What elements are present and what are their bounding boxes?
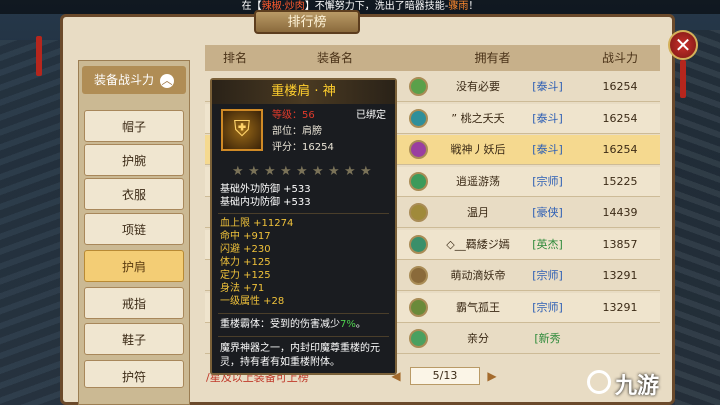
item-description: 魔界神器之一，内封印魔尊重楼的元 [220,343,380,354]
owner-name: 温月 [467,206,489,219]
owner-name: ◇__羇緌ジ嫣 [446,237,510,251]
lantern-decoration [36,36,42,76]
power-value: 16254 [602,111,638,125]
star-icon: ★ [296,164,308,179]
avatar-icon [409,171,428,191]
item-name: 重楼肩 · 神 [212,80,395,104]
power-value: 13291 [602,300,638,314]
item-description: 灵，持有者有如重楼附体。 [220,357,340,368]
power-value: 14439 [602,206,638,219]
avatar-icon [409,140,428,159]
base-stat: 基础内功防御 +533 [220,197,311,208]
bonus-stat: 闪避 +230 [220,244,271,255]
power-value: 13291 [602,269,638,282]
bound-status: 已绑定 [356,110,386,121]
owner-name: 没有必要 [456,80,500,93]
tassel-decoration [680,60,686,98]
avatar-icon [409,77,428,96]
bonus-stat: 定力 +125 [220,270,271,281]
avatar-icon [409,203,428,222]
divider [218,313,389,314]
guild-tag: [泰斗] [532,111,563,125]
close-icon[interactable]: ✕ [668,30,698,60]
power-value: 13857 [602,237,638,251]
equipment-tooltip: 重楼肩 · 神 ⛨ 等级：56 已绑定 部位：肩膀 评分：16254 ★ ★ ★ ★ ★… [210,78,397,375]
star-rating: ★ ★ ★ ★ ★ ★ ★ ★ ★ [232,160,382,179]
owner-name: 萌动滴妖帝 [450,269,506,282]
base-stat: 基础外功防御 +533 [220,184,311,195]
guild-tag: [泰斗] [532,80,563,93]
watermark-logo-icon [587,370,611,394]
divider [218,336,389,337]
avatar-icon [409,266,428,285]
bonus-stat: 血上限 +11274 [220,218,294,229]
sidebar-item[interactable]: 护符 [84,360,184,388]
divider [218,213,389,214]
bonus-stat: 身法 +71 [220,283,265,294]
panel-title: 排行榜 [254,10,360,34]
power-value: 16254 [602,80,638,93]
star-icon: ★ [312,164,324,179]
next-page-arrow-icon[interactable]: ▶ [486,367,498,385]
owner-name: 戦神丿妖后 [450,143,506,156]
chevron-up-icon: ︿ [160,74,174,88]
sidebar-item[interactable]: 帽子 [84,110,184,142]
bonus-stat: 命中 +917 [220,231,271,242]
category-dropdown[interactable]: 装备战斗力 ︿ [82,66,186,94]
star-icon: ★ [360,164,372,179]
star-icon: ★ [344,164,356,179]
owner-name: ” 桃之夭夭 [451,111,505,125]
bonus-stat: 一级属性 +28 [220,296,285,307]
header-equip: 装备名 [316,51,353,65]
avatar-icon [409,297,428,317]
header-power: 战斗力 [601,51,638,65]
star-icon: ★ [280,164,292,179]
sidebar-item[interactable]: 衣服 [84,178,184,210]
item-level: 等级：56 [272,110,315,121]
pager: ◀ 5/13 ▶ [390,367,500,385]
guild-tag: [英杰] [532,237,563,251]
guild-tag: [新秀 [534,332,561,345]
star-icon: ★ [328,164,340,179]
avatar-icon [409,329,428,348]
broadcast-ticker: 在【辣椒·炒肉】不懈努力下，洗出了暗器技能-骤雨！ [0,0,720,14]
item-slot: 部位：肩膀 [272,126,322,137]
sidebar-item[interactable]: 鞋子 [84,323,184,355]
avatar-icon [409,234,428,254]
star-icon: ★ [232,164,244,179]
header-owner: 拥有者 [474,51,511,65]
page-indicator: 5/13 [410,367,480,385]
owner-name: 霸气孤王 [456,300,500,314]
item-score: 评分：16254 [272,142,334,153]
sidebar-item[interactable]: 护腕 [84,144,184,176]
guild-tag: [宗师] [532,174,563,188]
sidebar-item[interactable]: 戒指 [84,287,184,319]
guild-tag: [宗师] [532,269,563,282]
guild-tag: [泰斗] [532,143,563,156]
set-effect: 重楼霸体：受到的伤害减少7%。 [220,319,366,330]
guild-tag: [豪侠] [532,206,563,219]
guild-tag: [宗师] [532,300,563,314]
header-rank: 排名 [222,51,247,65]
star-icon: ★ [264,164,276,179]
owner-name: 亲分 [467,332,489,345]
watermark: 九游 [615,374,660,399]
power-value: 16254 [602,143,638,156]
sidebar-item[interactable]: 护肩 [84,250,184,282]
table-header: 排名 装备名 拥有者 战斗力 [205,45,660,71]
avatar-icon [409,108,428,128]
power-value [580,324,660,353]
sidebar-item[interactable]: 项链 [84,213,184,245]
bonus-stat: 体力 +125 [220,257,271,268]
power-value: 15225 [602,174,638,188]
shoulder-armor-icon: ⛨ [221,109,263,151]
star-icon: ★ [248,164,260,179]
owner-name: 逍遥游荡 [456,174,500,188]
